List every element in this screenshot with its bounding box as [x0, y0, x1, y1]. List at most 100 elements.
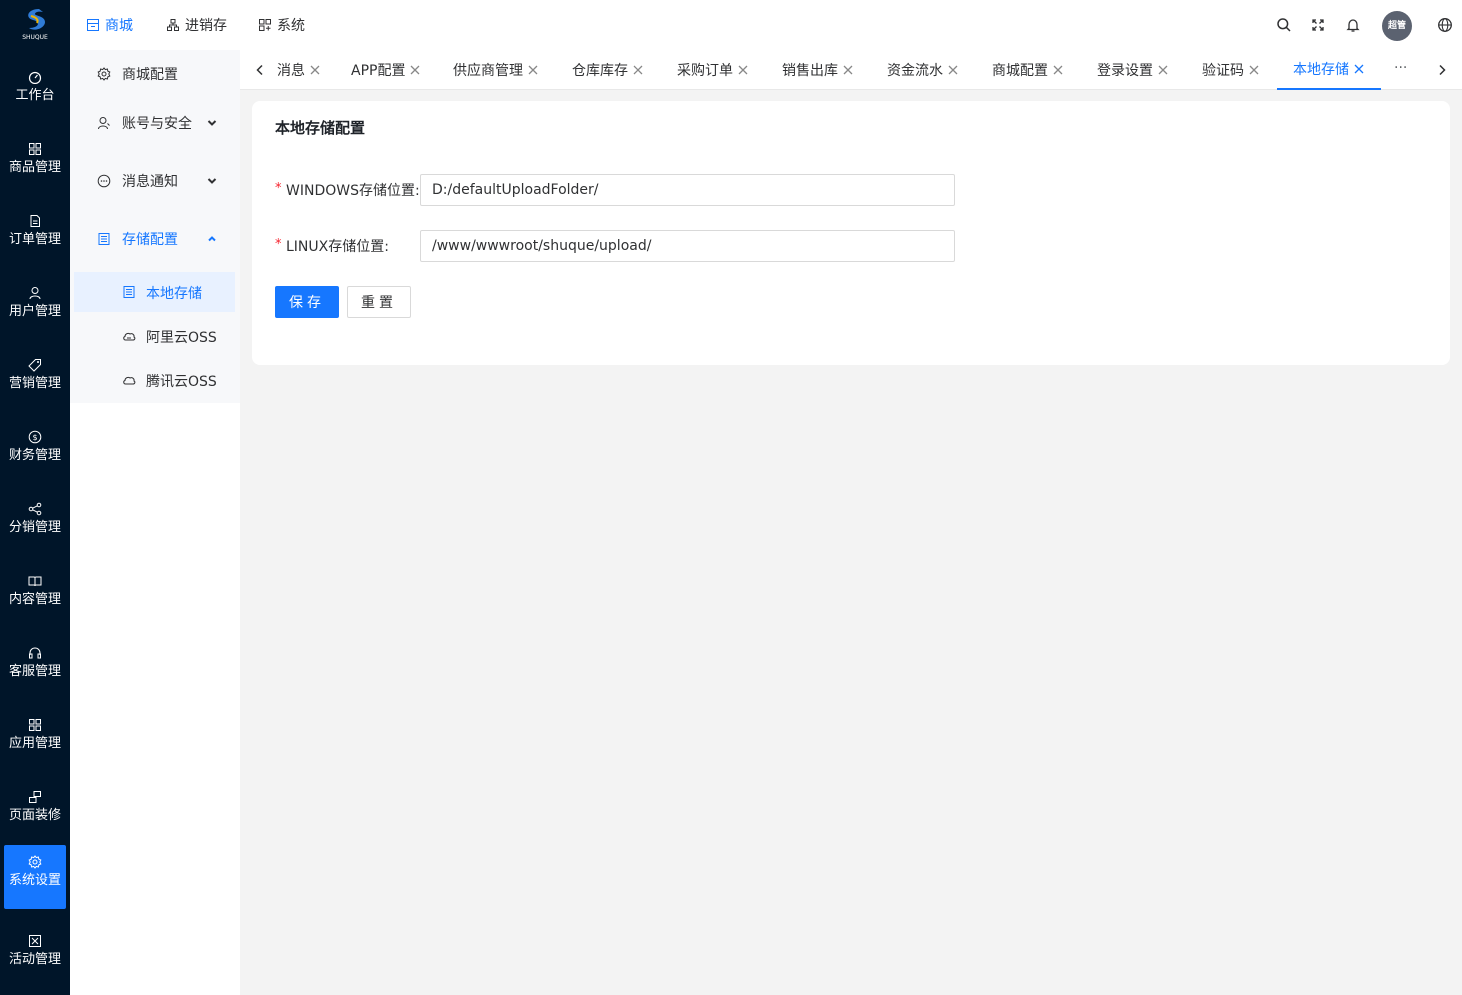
tab-local-storage[interactable]: 本地存储: [1277, 50, 1381, 90]
dashboard-icon: [28, 70, 42, 84]
close-icon[interactable]: [1353, 63, 1365, 75]
rail-item-orders[interactable]: 订单管理: [4, 204, 66, 268]
sidebar-subitem-aliyun-oss[interactable]: 阿里云OSS: [74, 316, 235, 356]
rail-item-content[interactable]: 内容管理: [4, 564, 66, 628]
tab-warehouse-stock[interactable]: 仓库库存: [572, 50, 644, 90]
sidebar-subitem-label: 腾讯云OSS: [146, 374, 217, 390]
headset-icon: [28, 646, 42, 660]
topnav-inventory[interactable]: 进销存: [166, 0, 227, 50]
fullscreen-icon[interactable]: [1310, 17, 1326, 33]
sidebar-item-shop-config[interactable]: 商城配置: [70, 52, 240, 96]
chevron-down-icon: [206, 117, 218, 129]
rail-item-label: 内容管理: [8, 592, 61, 607]
rail-item-service[interactable]: 客服管理: [4, 636, 66, 700]
rail-item-label: 商品管理: [8, 160, 61, 175]
rail-item-workbench[interactable]: 工作台: [4, 60, 66, 124]
settings-menu: 商城配置 账号与安全 消息通知 存储配置 本地存储 阿里云OSS 腾讯云OSS: [70, 50, 240, 403]
tab-message[interactable]: 消息: [277, 50, 321, 90]
user-icon: [28, 286, 42, 300]
globe-icon[interactable]: [1437, 17, 1453, 33]
close-icon[interactable]: [309, 64, 321, 76]
tab-cash-flow[interactable]: 资金流水: [887, 50, 959, 90]
topnav-shop[interactable]: 商城: [86, 0, 133, 50]
save-button[interactable]: 保存: [275, 286, 339, 318]
tab-label: 商城配置: [992, 63, 1048, 79]
topnav-label: 商城: [105, 18, 133, 34]
tab-label: APP配置: [351, 63, 406, 79]
tab-label: 采购订单: [677, 63, 733, 79]
topnav-label: 系统: [277, 18, 305, 34]
reset-button[interactable]: 重置: [347, 286, 411, 318]
rail-item-label: 订单管理: [8, 232, 61, 247]
tab-label: 消息: [277, 63, 305, 79]
logo-text: SHUQUE: [22, 34, 48, 41]
tab-label: 本地存储: [1293, 62, 1349, 78]
money-icon: $: [28, 430, 42, 444]
storage-icon: [122, 285, 136, 299]
topnav-system[interactable]: 系统: [258, 0, 305, 50]
sidebar-item-account-security[interactable]: 账号与安全: [70, 101, 240, 145]
avatar[interactable]: 超管: [1382, 11, 1412, 41]
tab-app-config[interactable]: APP配置: [351, 50, 421, 90]
rail-item-label: 应用管理: [8, 736, 61, 751]
storage-icon: [97, 232, 111, 246]
apps-icon: [28, 718, 42, 732]
rail-item-label: 分销管理: [8, 520, 61, 535]
close-icon[interactable]: [1248, 64, 1260, 76]
rail-item-finance[interactable]: $ 财务管理: [4, 420, 66, 484]
rail-item-decoration[interactable]: 页面装修: [4, 780, 66, 844]
tab-shop-config[interactable]: 商城配置: [992, 50, 1064, 90]
sidebar-item-message-notify[interactable]: 消息通知: [70, 159, 240, 203]
rail-item-products[interactable]: 商品管理: [4, 132, 66, 196]
sidebar-subitem-local-storage[interactable]: 本地存储: [74, 272, 235, 312]
sidebar-subitem-label: 阿里云OSS: [146, 330, 217, 346]
tab-sales-outbound[interactable]: 销售出库: [782, 50, 854, 90]
sidebar-item-label: 消息通知: [122, 174, 178, 190]
close-icon[interactable]: [1052, 64, 1064, 76]
chevron-right-icon[interactable]: [1434, 62, 1450, 78]
rail-item-marketing[interactable]: 营销管理: [4, 348, 66, 412]
linux-path-input[interactable]: [420, 230, 955, 262]
tabs-more-button[interactable]: ···: [1394, 60, 1407, 76]
cluster-icon: [167, 19, 179, 31]
main-nav-rail: SHUQUE 工作台 商品管理 订单管理 用户管理 营销管理 $ 财务管理 分销…: [0, 0, 70, 995]
close-icon[interactable]: [527, 64, 539, 76]
close-icon[interactable]: [409, 64, 421, 76]
rail-item-label: 营销管理: [8, 376, 61, 391]
rail-item-label: 工作台: [15, 88, 55, 103]
file-icon: [28, 214, 42, 228]
windows-path-input[interactable]: [420, 174, 955, 206]
close-icon[interactable]: [632, 64, 644, 76]
rail-item-users[interactable]: 用户管理: [4, 276, 66, 340]
logo[interactable]: SHUQUE: [17, 6, 53, 44]
rail-item-system-settings[interactable]: 系统设置: [4, 845, 66, 909]
search-icon[interactable]: [1276, 17, 1292, 33]
tab-supplier[interactable]: 供应商管理: [453, 50, 539, 90]
shop-icon: [87, 19, 99, 31]
close-icon[interactable]: [1157, 64, 1169, 76]
activity-icon: [28, 934, 42, 948]
close-icon[interactable]: [842, 64, 854, 76]
tab-login-settings[interactable]: 登录设置: [1097, 50, 1169, 90]
sidebar-subitem-tencent-oss[interactable]: 腾讯云OSS: [74, 360, 235, 400]
tab-captcha[interactable]: 验证码: [1202, 50, 1260, 90]
rail-item-activities[interactable]: 活动管理: [4, 924, 66, 988]
windows-path-label: WINDOWS存储位置:: [286, 183, 420, 199]
system-icon: [259, 19, 271, 31]
required-mark: *: [275, 181, 282, 196]
settings-sidebar: 商城配置 账号与安全 消息通知 存储配置 本地存储 阿里云OSS 腾讯云OSS: [70, 50, 240, 995]
close-icon[interactable]: [947, 64, 959, 76]
close-icon[interactable]: [737, 64, 749, 76]
rail-item-label: 页面装修: [8, 808, 61, 823]
bell-icon[interactable]: [1345, 17, 1361, 33]
linux-path-row: * LINUX存储位置:: [275, 230, 975, 262]
sidebar-item-label: 商城配置: [122, 67, 178, 83]
sidebar-item-storage-config[interactable]: 存储配置: [70, 217, 240, 261]
rail-item-apps[interactable]: 应用管理: [4, 708, 66, 772]
rail-item-distribution[interactable]: 分销管理: [4, 492, 66, 556]
gear-icon: [28, 855, 42, 869]
rail-item-label: 活动管理: [8, 952, 61, 967]
tab-purchase-order[interactable]: 采购订单: [677, 50, 749, 90]
sidebar-item-label: 存储配置: [122, 232, 178, 248]
chevron-left-icon[interactable]: [252, 62, 268, 78]
